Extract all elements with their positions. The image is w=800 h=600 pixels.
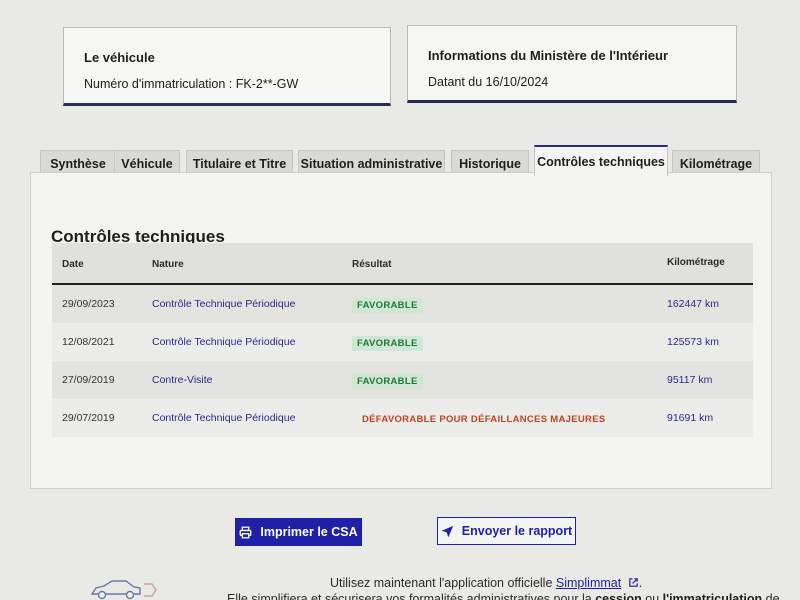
immatriculation-text: Numéro d'immatriculation : FK-2**-GW <box>84 77 299 91</box>
send-report-button[interactable]: Envoyer le rapport <box>437 517 576 545</box>
footer-desc-suffix: de <box>765 592 780 600</box>
footer-app-promo: Utilisez maintenant l'application offici… <box>330 576 642 590</box>
tab-panel: Contrôles techniques Date Nature Résulta… <box>30 172 772 489</box>
external-link-icon <box>628 578 638 587</box>
vehicle-box-title: Le véhicule <box>84 50 155 65</box>
printer-icon <box>239 526 252 538</box>
paper-plane-icon <box>441 525 453 537</box>
table-header: Date Nature Résultat Kilométrage <box>52 243 753 285</box>
table-row: 29/07/2019 Contrôle Technique Périodique… <box>52 399 753 437</box>
row-nature: Contrôle Technique Périodique <box>152 336 296 348</box>
footer-prefix: Utilisez maintenant l'application offici… <box>330 576 553 590</box>
table-row: 27/09/2019 Contre-Visite FAVORABLE 95117… <box>52 361 753 399</box>
row-km: 95117 km <box>667 374 713 386</box>
tab-label: Kilométrage <box>679 156 753 171</box>
table-row: 29/09/2023 Contrôle Technique Périodique… <box>52 285 753 323</box>
tab-label: Contrôles techniques <box>537 154 665 169</box>
footer-desc-immat: l'immatriculation <box>662 592 763 600</box>
send-button-label: Envoyer le rapport <box>461 524 573 538</box>
col-kilometrage: Kilométrage <box>667 257 725 268</box>
col-date: Date <box>62 259 84 270</box>
row-date: 12/08/2021 <box>62 336 115 348</box>
row-date: 29/09/2023 <box>62 298 115 310</box>
ministere-box-title: Informations du Ministère de l'Intérieur <box>428 48 669 63</box>
footer-desc-mid: ou <box>645 592 660 600</box>
table-row: 12/08/2021 Contrôle Technique Périodique… <box>52 323 753 361</box>
ministere-info-box: Informations du Ministère de l'Intérieur… <box>407 25 737 103</box>
row-nature: Contrôle Technique Périodique <box>152 298 296 310</box>
footer-desc-prefix: Elle simplifiera et sécurisera vos forma… <box>227 592 592 600</box>
footer-description: Elle simplifiera et sécurisera vos forma… <box>227 592 787 600</box>
table-body: 29/09/2023 Contrôle Technique Périodique… <box>52 285 753 437</box>
tab-label: Véhicule <box>121 156 173 171</box>
page: Le véhicule Numéro d'immatriculation : F… <box>0 0 800 600</box>
row-nature: Contre-Visite <box>152 374 213 386</box>
tab-controles-techniques[interactable]: Contrôles techniques <box>534 145 668 176</box>
result-badge: FAVORABLE <box>352 336 423 351</box>
result-badge: FAVORABLE <box>352 374 423 389</box>
row-date: 27/09/2019 <box>62 374 115 386</box>
result-badge-defavorable: DÉFAVORABLE POUR DÉFAILLANCES MAJEURES <box>362 414 606 425</box>
footer-desc-cession: cession <box>595 592 642 600</box>
car-icon <box>90 580 157 600</box>
tab-label: Historique <box>459 156 521 171</box>
tab-label: Titulaire et Titre <box>192 156 287 171</box>
col-resultat: Résultat <box>352 259 392 270</box>
footer-suffix: . <box>638 576 643 590</box>
data-date-text: Datant du 16/10/2024 <box>428 75 549 89</box>
row-km: 162447 km <box>667 298 719 310</box>
print-button-label: Imprimer le CSA <box>260 525 358 539</box>
result-badge: FAVORABLE <box>352 298 423 313</box>
print-csa-button[interactable]: Imprimer le CSA <box>235 518 362 546</box>
row-nature: Contrôle Technique Périodique <box>152 412 296 424</box>
row-date: 29/07/2019 <box>62 412 115 424</box>
controles-table: Date Nature Résultat Kilométrage 29/09/2… <box>52 243 753 437</box>
col-nature: Nature <box>152 259 184 270</box>
row-km: 125573 km <box>667 336 719 348</box>
tab-label: Synthèse <box>50 156 106 171</box>
row-km: 91691 km <box>667 412 714 424</box>
tab-label: Situation administrative <box>300 156 443 171</box>
simplimmat-link[interactable]: Simplimmat <box>556 576 621 590</box>
vehicle-info-box: Le véhicule Numéro d'immatriculation : F… <box>63 27 391 106</box>
